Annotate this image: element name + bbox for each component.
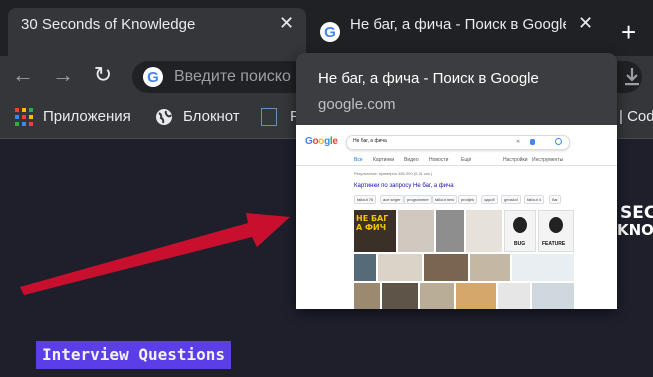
related-chip: geoskol xyxy=(501,195,521,204)
preview-tab: Настройки xyxy=(503,157,528,163)
red-arrow-annotation xyxy=(20,213,290,295)
hover-card-url: google.com xyxy=(318,96,396,113)
new-tab-button[interactable]: + xyxy=(621,19,636,45)
thumb-image xyxy=(382,283,418,309)
thumb-image xyxy=(354,254,376,281)
images-heading: Картинки по запросу Не баг, а фича xyxy=(354,183,454,189)
clear-icon: ✕ xyxy=(516,139,521,145)
bug-label: BUG xyxy=(514,241,526,247)
comic-image xyxy=(398,210,434,252)
preview-tab: Новости xyxy=(429,157,449,163)
bookmark-partial-right[interactable]: | Cod xyxy=(619,108,653,125)
comic-image xyxy=(466,210,502,252)
mic-icon xyxy=(530,139,535,145)
related-chip: fallout new xyxy=(432,195,458,204)
google-favicon-icon: G xyxy=(320,22,340,42)
results-count: Результатов: примерно 465 000 (0,31 сек.… xyxy=(354,171,433,176)
tab-title: 30 Seconds of Knowledge xyxy=(21,16,196,33)
preview-tab: Видео xyxy=(404,157,419,163)
related-chip: prodjek xyxy=(458,195,478,204)
tab-title: Не баг, а фича - Поиск в Google xyxy=(350,16,566,33)
bug-icon xyxy=(513,217,527,233)
address-placeholder: Введите поиско xyxy=(174,68,291,85)
search-icon xyxy=(555,138,562,145)
google-logo: Google xyxy=(305,136,338,147)
thumb-image xyxy=(456,283,496,309)
google-icon: G xyxy=(143,67,163,87)
thumb-image xyxy=(532,283,574,309)
thumb-image xyxy=(424,254,468,281)
related-chip: баг xyxy=(549,195,561,204)
page-icon xyxy=(261,108,277,126)
bug-icon xyxy=(549,217,563,233)
related-chip: fallout 4 xyxy=(524,195,545,204)
feature-label: FEATURE xyxy=(542,241,566,247)
thumb-image xyxy=(420,283,454,309)
download-icon[interactable] xyxy=(622,66,642,88)
thumb-image xyxy=(378,254,422,281)
related-chip: ace seger xyxy=(380,195,404,204)
meme-image: НЕ БАГ А ФИЧ xyxy=(354,210,396,252)
preview-query: Не баг, а фича xyxy=(353,138,387,144)
logo-text: SECO xyxy=(620,203,653,223)
related-chip: одкоб xyxy=(481,195,498,204)
interview-questions-label[interactable]: Interview Questions xyxy=(36,341,232,369)
divider xyxy=(296,165,617,166)
page-preview-thumbnail: Google Не баг, а фича ✕ Все Картинки Вид… xyxy=(296,125,617,309)
meme-text: НЕ БАГ А ФИЧ xyxy=(356,214,389,232)
logo-text: KNOW xyxy=(617,221,653,239)
thumb-image xyxy=(512,254,574,281)
close-tab-icon[interactable]: ✕ xyxy=(578,13,593,33)
thumb-image xyxy=(498,283,530,309)
hover-card-title: Не баг, а фича - Поиск в Google xyxy=(318,70,539,87)
thumb-image xyxy=(354,283,380,309)
bookmark-notepad[interactable]: Блокнот xyxy=(183,108,240,125)
feature-image: FEATURE xyxy=(538,210,574,252)
reload-icon[interactable]: ↻ xyxy=(91,63,115,87)
back-icon[interactable]: ← xyxy=(11,63,35,87)
bug-image: BUG xyxy=(504,210,536,252)
bookmark-apps[interactable]: Приложения xyxy=(43,108,131,125)
preview-tab: Ещё xyxy=(461,157,472,163)
globe-icon xyxy=(155,108,173,126)
apps-grid-icon xyxy=(15,108,33,126)
forward-icon[interactable]: → xyxy=(51,63,75,87)
thumb-image xyxy=(470,254,510,281)
preview-tab: Все xyxy=(354,157,363,163)
preview-tab: Картинки xyxy=(373,157,395,163)
preview-tab: Инструменты xyxy=(532,157,564,163)
close-tab-icon[interactable]: ✕ xyxy=(279,13,294,33)
related-chip: programmer xyxy=(404,195,432,204)
related-chip: fallout 76 xyxy=(354,195,377,204)
comic-image xyxy=(436,210,464,252)
